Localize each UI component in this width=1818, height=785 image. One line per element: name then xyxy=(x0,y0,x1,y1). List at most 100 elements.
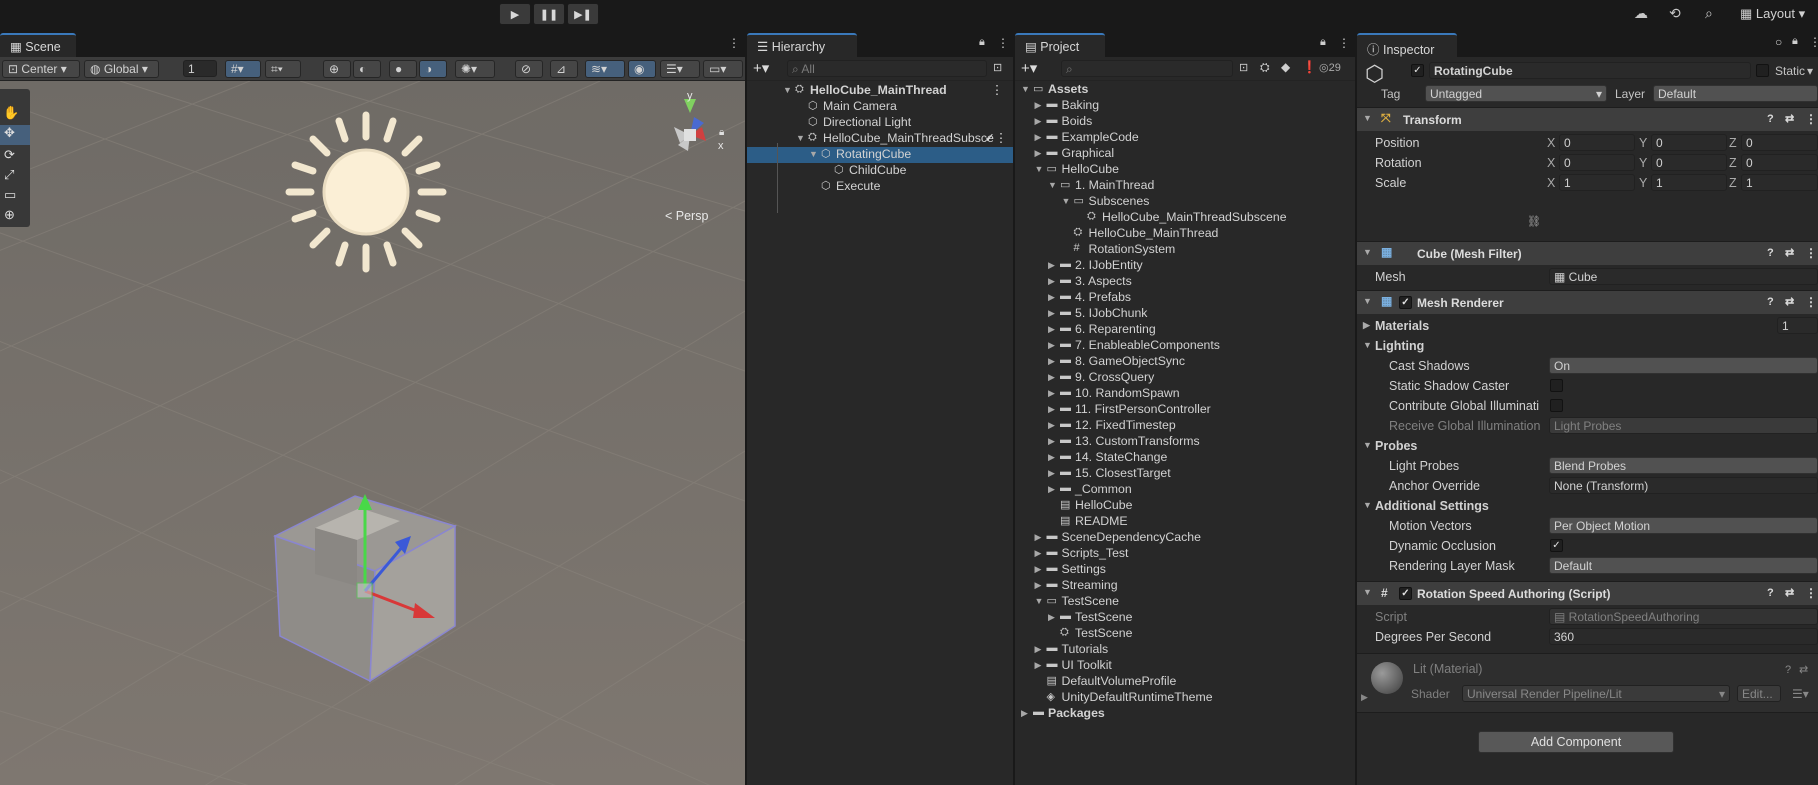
project-item[interactable]: ◈ UnityDefaultRuntimeTheme xyxy=(1015,690,1355,706)
cast-shadows-dropdown[interactable]: On xyxy=(1549,357,1818,374)
expand-arrow-right-icon[interactable]: ▶ xyxy=(1035,580,1042,591)
degrees-per-second-field[interactable]: 360 xyxy=(1549,628,1818,645)
expand-arrow-right-icon[interactable]: ▶ xyxy=(1048,260,1055,271)
expand-arrow-right-icon[interactable]: ▶ xyxy=(1048,324,1055,335)
script-enabled-checkbox[interactable]: ✓ xyxy=(1399,587,1412,600)
mesh-field[interactable]: ▦ Cube xyxy=(1549,268,1818,285)
project-item[interactable]: ▶ ▬ Streaming xyxy=(1015,578,1355,594)
presets-icon[interactable]: ⇄ xyxy=(1785,586,1794,599)
snap-value-field[interactable]: 1 xyxy=(183,60,217,77)
project-item[interactable]: ▼ ▭ HelloCube xyxy=(1015,162,1355,178)
more-options-icon[interactable]: ⋮ xyxy=(991,83,1003,97)
active-checkbox[interactable]: ✓ xyxy=(1411,64,1424,77)
transform-x-field[interactable]: 0 xyxy=(1559,154,1635,171)
help-icon[interactable]: ? xyxy=(1785,664,1791,676)
expand-arrow-right-icon[interactable]: ▶ xyxy=(1048,292,1055,303)
more-options-icon[interactable]: ⋮ xyxy=(997,36,1009,50)
add-component-button[interactable]: Add Component xyxy=(1478,731,1674,753)
expand-arrow-icon[interactable]: ▶ xyxy=(1361,692,1368,703)
space-dropdown[interactable]: ◍ Global ▾ xyxy=(84,60,159,78)
project-item[interactable]: ▶ ▬ ExampleCode xyxy=(1015,130,1355,146)
project-item[interactable]: ⛭ TestScene xyxy=(1015,626,1355,642)
project-item[interactable]: ▤ README xyxy=(1015,514,1355,530)
project-item[interactable]: # RotationSystem xyxy=(1015,242,1355,258)
scene-viewport[interactable]: y x 🔒︎ < Persp ✋ ✥ ⟳ ⤢ ▭ ⊕ xyxy=(0,81,745,785)
dynamic-occlusion-checkbox[interactable]: ✓ xyxy=(1550,539,1563,552)
expand-arrow-down-icon[interactable]: ▼ xyxy=(1048,180,1057,190)
script-component-header[interactable]: ▼ # ✓ Rotation Speed Authoring (Script) … xyxy=(1357,581,1818,605)
add-icon[interactable]: +▾ xyxy=(1021,59,1037,77)
search-icon[interactable]: ⌕ xyxy=(1705,5,1713,22)
expand-arrow-down-icon[interactable]: ▼ xyxy=(1021,84,1030,94)
expand-arrow-right-icon[interactable]: ▶ xyxy=(1048,308,1055,319)
expand-arrow-right-icon[interactable]: ▶ xyxy=(1035,660,1042,671)
presets-icon[interactable]: ⇄ xyxy=(1799,663,1808,676)
more-options-icon[interactable]: ⋮ xyxy=(1805,295,1817,309)
project-item[interactable]: ▶ ▬ 7. EnableableComponents xyxy=(1015,338,1355,354)
project-item[interactable]: ▶ ▬ 13. CustomTransforms xyxy=(1015,434,1355,450)
scale-tool-icon[interactable]: ⤢ xyxy=(4,167,14,183)
transform-z-field[interactable]: 0 xyxy=(1741,134,1818,151)
project-item[interactable]: ▤ DefaultVolumeProfile xyxy=(1015,674,1355,690)
project-item[interactable]: ▶ ▬ 4. Prefabs xyxy=(1015,290,1355,306)
hierarchy-item[interactable]: ▼ ⛭ HelloCube_MainThreadSubsce ✓⋮ xyxy=(747,131,1013,147)
project-item[interactable]: ▶ ▬ 12. FixedTimestep xyxy=(1015,418,1355,434)
expand-arrow-down-icon[interactable]: ▼ xyxy=(796,133,805,143)
link-scale-icon[interactable]: ⛓ xyxy=(1527,215,1541,228)
presets-icon[interactable]: ⇄ xyxy=(1785,295,1794,308)
shader-options-icon[interactable]: ☰▾ xyxy=(1792,687,1809,701)
expand-arrow-right-icon[interactable]: ▶ xyxy=(1035,148,1042,159)
hierarchy-item[interactable]: ⬡ Execute xyxy=(747,179,1013,195)
step-button[interactable]: ▶❚ xyxy=(567,3,599,25)
static-shadow-checkbox[interactable] xyxy=(1550,379,1563,392)
pivot-dropdown[interactable]: ⊡ Center ▾ xyxy=(2,60,80,78)
scene-visibility-button[interactable]: ◉ xyxy=(628,60,656,78)
mesh-renderer-header[interactable]: ▼ ▦ ✓ Mesh Renderer ? ⇄ ⋮ xyxy=(1357,290,1818,314)
project-item[interactable]: ▶ ▬ 14. StateChange xyxy=(1015,450,1355,466)
project-item[interactable]: ▶ ▬ 15. ClosestTarget xyxy=(1015,466,1355,482)
tab-project[interactable]: ▤ Project xyxy=(1015,33,1105,57)
project-item[interactable]: ▶ ▬ 11. FirstPersonController xyxy=(1015,402,1355,418)
more-options-icon[interactable]: ⋮ xyxy=(728,36,740,50)
expand-arrow-down-icon[interactable]: ▼ xyxy=(1035,596,1044,606)
shader-dropdown[interactable]: Universal Render Pipeline/Lit ▾ xyxy=(1462,685,1730,702)
audio-toggle[interactable]: ⊘ xyxy=(515,60,543,78)
materials-count-field[interactable]: 1 xyxy=(1777,317,1818,334)
transform-x-field[interactable]: 0 xyxy=(1559,134,1635,151)
project-item[interactable]: ▶ ▬ 3. Aspects xyxy=(1015,274,1355,290)
layer-dropdown[interactable]: Default xyxy=(1653,85,1818,102)
expand-arrow-right-icon[interactable]: ▶ xyxy=(1048,356,1055,367)
expand-arrow-right-icon[interactable]: ▶ xyxy=(1048,612,1055,623)
shaded-button[interactable]: ● xyxy=(389,60,417,78)
rotating-cube[interactable] xyxy=(265,476,465,696)
project-item[interactable]: ▶ ▬ Settings xyxy=(1015,562,1355,578)
static-checkbox[interactable] xyxy=(1756,64,1769,77)
project-item[interactable]: ▶ ▬ TestScene xyxy=(1015,610,1355,626)
pause-button[interactable]: ❚❚ xyxy=(533,3,565,25)
presets-icon[interactable]: ⇄ xyxy=(1785,246,1794,259)
expand-arrow-right-icon[interactable]: ▶ xyxy=(1035,132,1042,143)
expand-arrow-down-icon[interactable]: ▼ xyxy=(809,149,818,159)
more-options-icon[interactable]: ⋮ xyxy=(1805,112,1817,126)
hierarchy-item[interactable]: ▼ ⛭ HelloCube_MainThread ⋮ xyxy=(747,83,1013,99)
orientation-gizmo[interactable]: y x xyxy=(650,93,730,173)
help-icon[interactable]: ? xyxy=(1767,113,1774,125)
lock-icon[interactable]: 🔒︎ xyxy=(1320,36,1326,49)
transform-y-field[interactable]: 0 xyxy=(1651,134,1727,151)
directional-light-icon[interactable] xyxy=(281,107,451,277)
project-item[interactable]: ▶ ▬ 10. RandomSpawn xyxy=(1015,386,1355,402)
expand-arrow-right-icon[interactable]: ▶ xyxy=(1035,644,1042,655)
add-icon[interactable]: +▾ xyxy=(753,59,769,77)
transform-y-field[interactable]: 0 xyxy=(1651,154,1727,171)
lock-icon[interactable]: 🔒︎ xyxy=(719,127,724,138)
history-icon[interactable]: ⟲ xyxy=(1669,5,1681,22)
transform-z-field[interactable]: 1 xyxy=(1741,174,1818,191)
expand-arrow-right-icon[interactable]: ▶ xyxy=(1048,340,1055,351)
project-item[interactable]: ▶ ▬ Baking xyxy=(1015,98,1355,114)
project-item[interactable]: ▤ HelloCube xyxy=(1015,498,1355,514)
contribute-gi-checkbox[interactable] xyxy=(1550,399,1563,412)
anchor-override-field[interactable]: None (Transform) xyxy=(1549,477,1818,494)
object-name-field[interactable]: RotatingCube xyxy=(1429,62,1751,79)
expand-arrow-right-icon[interactable]: ▶ xyxy=(1048,276,1055,287)
transform-z-field[interactable]: 0 xyxy=(1741,154,1818,171)
